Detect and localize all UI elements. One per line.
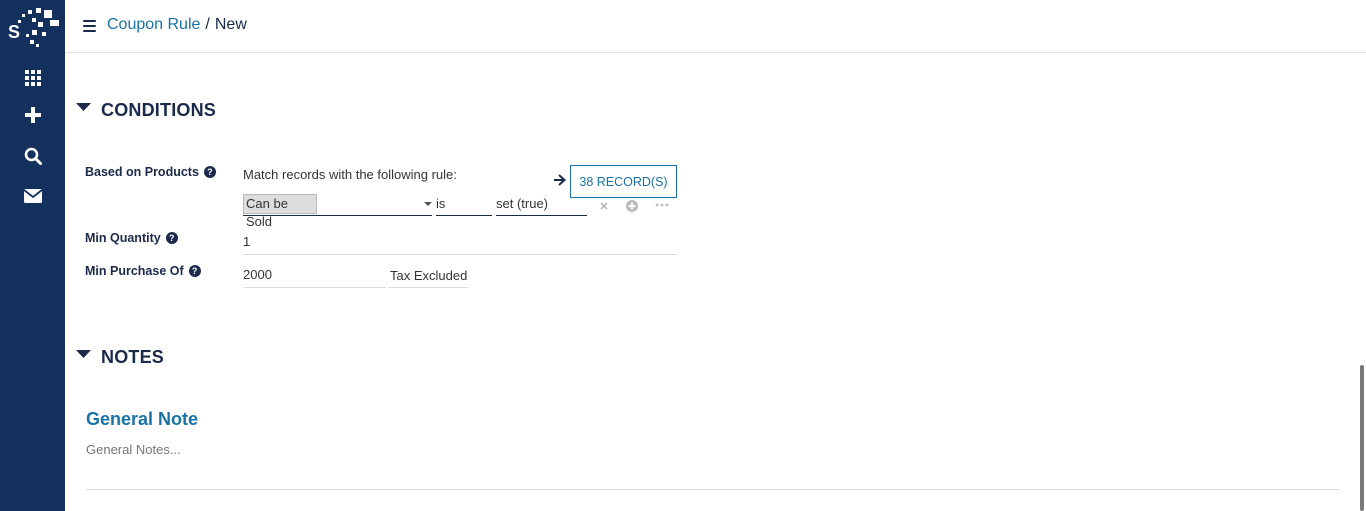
apps-grid-icon[interactable] [0, 66, 65, 90]
rule-field-value: Can be Sold [243, 194, 317, 229]
min-quantity-input[interactable]: 1 [243, 234, 677, 255]
notes-collapse-caret-icon[interactable] [76, 348, 92, 360]
search-icon[interactable] [0, 144, 65, 168]
help-icon[interactable]: ? [203, 166, 216, 178]
general-note-field[interactable]: General Notes... [86, 442, 181, 457]
help-icon[interactable]: ? [165, 232, 178, 244]
rule-value-select[interactable]: set (true) [496, 194, 587, 216]
conditions-collapse-caret-icon[interactable] [76, 101, 92, 113]
vertical-scrollbar[interactable] [1360, 365, 1364, 511]
min-purchase-amount-input[interactable]: 2000 [243, 267, 386, 288]
help-icon[interactable]: ? [188, 265, 201, 277]
delete-rule-icon[interactable] [599, 199, 609, 213]
menu-toggle-icon[interactable] [83, 20, 97, 33]
more-options-icon[interactable] [655, 199, 669, 213]
envelope-icon[interactable] [0, 184, 65, 208]
min-purchase-label: Min Purchase Of? [85, 264, 201, 278]
breadcrumb-separator: / [205, 16, 210, 33]
rule-operator-select[interactable]: is [436, 194, 492, 216]
notes-section-title[interactable]: NOTES [101, 347, 164, 368]
min-quantity-label: Min Quantity? [85, 231, 178, 245]
add-rule-icon[interactable] [625, 199, 639, 213]
domain-rule-description: Match records with the following rule: [243, 167, 457, 182]
breadcrumb: Coupon Rule / New [107, 16, 247, 34]
rule-field-select[interactable]: Can be Sold [243, 193, 432, 229]
breadcrumb-parent-link[interactable]: Coupon Rule [107, 16, 200, 33]
sidebar: S [0, 0, 65, 511]
tax-mode-value: Tax Excluded [390, 268, 468, 283]
app-logo[interactable]: S [8, 8, 60, 52]
based-on-products-label: Based on Products? [85, 165, 216, 179]
arrow-right-icon[interactable] [553, 173, 567, 187]
conditions-section-title[interactable]: CONDITIONS [101, 100, 216, 121]
general-note-title: General Note [86, 409, 199, 429]
top-bar: Coupon Rule / New [65, 0, 1366, 53]
svg-text:S: S [8, 22, 20, 42]
plus-icon[interactable] [0, 103, 65, 127]
chevron-down-icon [424, 202, 432, 206]
divider [86, 489, 1340, 490]
breadcrumb-current: New [214, 16, 247, 33]
